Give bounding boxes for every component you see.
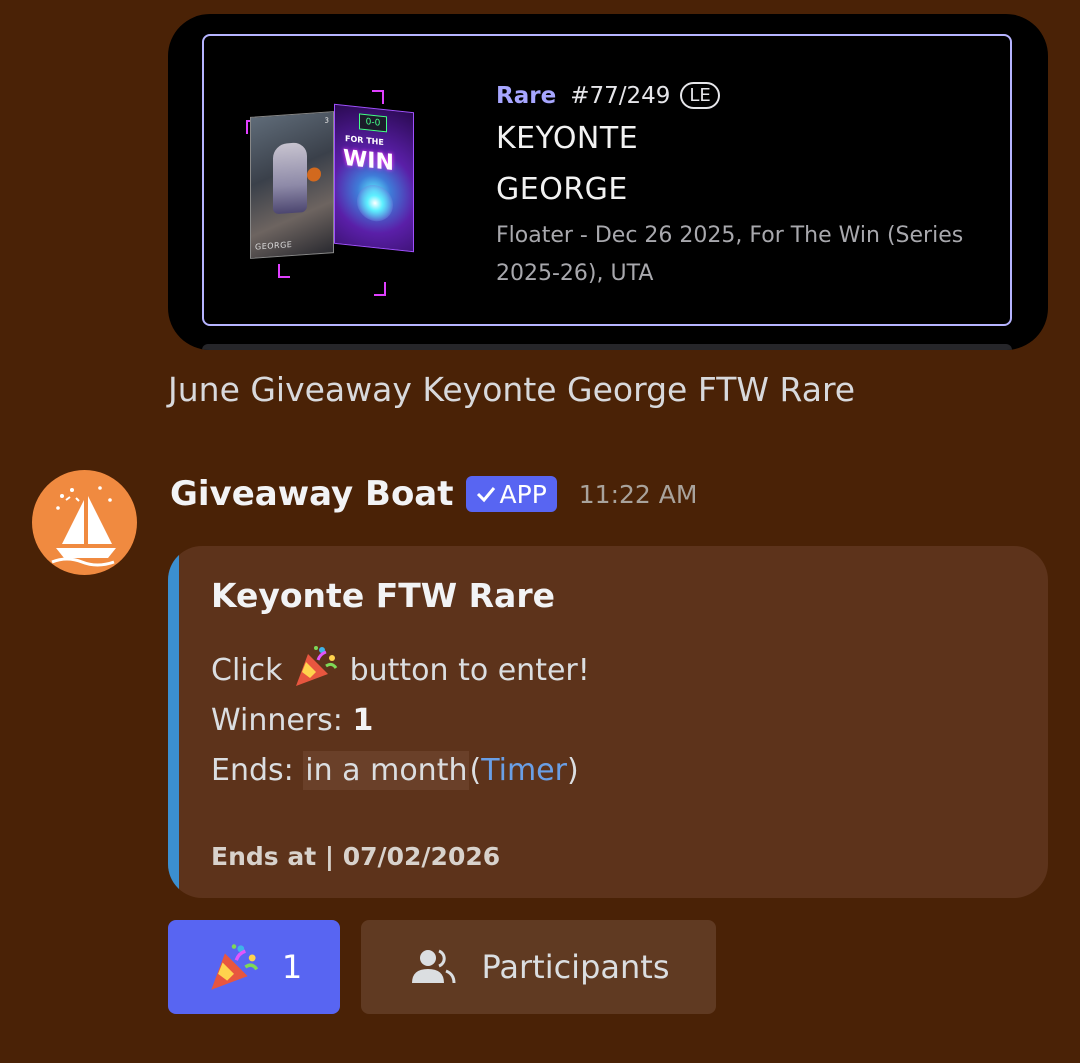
bot-username[interactable]: Giveaway Boat — [170, 474, 454, 514]
message-header: Giveaway Boat APP 11:22 AM — [170, 474, 697, 514]
app-badge-label: APP — [499, 479, 547, 509]
art-score: 0-0 — [359, 113, 387, 133]
for-the-win-face: 0-0 FOR THE WIN — [334, 103, 414, 253]
sailboat-confetti-icon — [51, 486, 116, 567]
player-last-name: GEORGE — [496, 172, 628, 207]
rarity-line: Rare #77/249 LE — [496, 82, 996, 109]
ends-relative-time[interactable]: in a month — [303, 751, 470, 790]
click-suffix: button to enter! — [349, 653, 590, 688]
checkmark-icon — [476, 487, 495, 503]
nft-details: Rare #77/249 LE KEYONTE GEORGE Floater -… — [496, 82, 996, 293]
limited-edition-badge: LE — [680, 82, 720, 109]
enter-giveaway-button[interactable]: 1 — [168, 920, 340, 1014]
giveaway-embed: Keyonte FTW Rare Click button to enter! … — [168, 546, 1048, 898]
jersey-number: 3 — [324, 116, 329, 125]
corner-bracket — [374, 282, 386, 296]
enter-count: 1 — [281, 948, 303, 986]
winners-line: Winners: 1 — [211, 696, 590, 746]
basketball-icon — [307, 166, 321, 182]
timer-link[interactable]: Timer — [481, 753, 567, 788]
card-bottom-strip — [202, 344, 1012, 350]
party-popper-icon — [296, 646, 338, 686]
embed-accent-stripe — [168, 546, 179, 898]
message-timestamp: 11:22 AM — [578, 479, 698, 509]
ends-label: Ends: — [211, 753, 294, 788]
player-first-name: KEYONTE — [496, 121, 639, 156]
embed-footer: Ends at | 07/02/2026 — [211, 842, 501, 871]
nft-embed-card[interactable]: 3 GEORGE 0-0 FOR THE WIN Rare #77/249 LE… — [168, 14, 1048, 350]
participants-button[interactable]: Participants — [361, 920, 716, 1014]
party-popper-icon — [211, 944, 258, 990]
player-photo-face: 3 GEORGE — [250, 111, 334, 259]
ends-line: Ends: in a month(Timer) — [211, 751, 579, 790]
rarity-label: Rare — [496, 82, 557, 109]
winners-value: 1 — [352, 703, 374, 738]
moment-card-art: 3 GEORGE 0-0 FOR THE WIN — [242, 90, 432, 296]
art-for-the: FOR THE — [345, 133, 384, 148]
serial-number: #77/249 — [570, 82, 671, 109]
click-prefix: Click — [211, 653, 283, 688]
users-icon — [411, 949, 456, 984]
winners-label: Winners: — [211, 703, 343, 738]
player-figure — [273, 141, 307, 215]
art-win: WIN — [343, 145, 394, 177]
moment-description: Floater - Dec 26 2025, For The Win (Seri… — [496, 223, 964, 286]
glow-orb — [357, 183, 393, 223]
embed-body: Click button to enter! Winners: 1 Ends: … — [211, 644, 590, 796]
participants-label: Participants — [481, 948, 670, 986]
nft-card-frame: 3 GEORGE 0-0 FOR THE WIN Rare #77/249 LE… — [202, 34, 1012, 326]
embed-title: Keyonte FTW Rare — [211, 576, 555, 615]
art-player-name: GEORGE — [255, 239, 293, 252]
enter-instruction: Click button to enter! — [211, 644, 590, 696]
bot-avatar[interactable] — [32, 470, 137, 575]
corner-bracket — [278, 264, 290, 278]
corner-bracket — [372, 90, 384, 104]
message-caption: June Giveaway Keyonte George FTW Rare — [168, 370, 856, 409]
app-badge: APP — [465, 476, 557, 512]
